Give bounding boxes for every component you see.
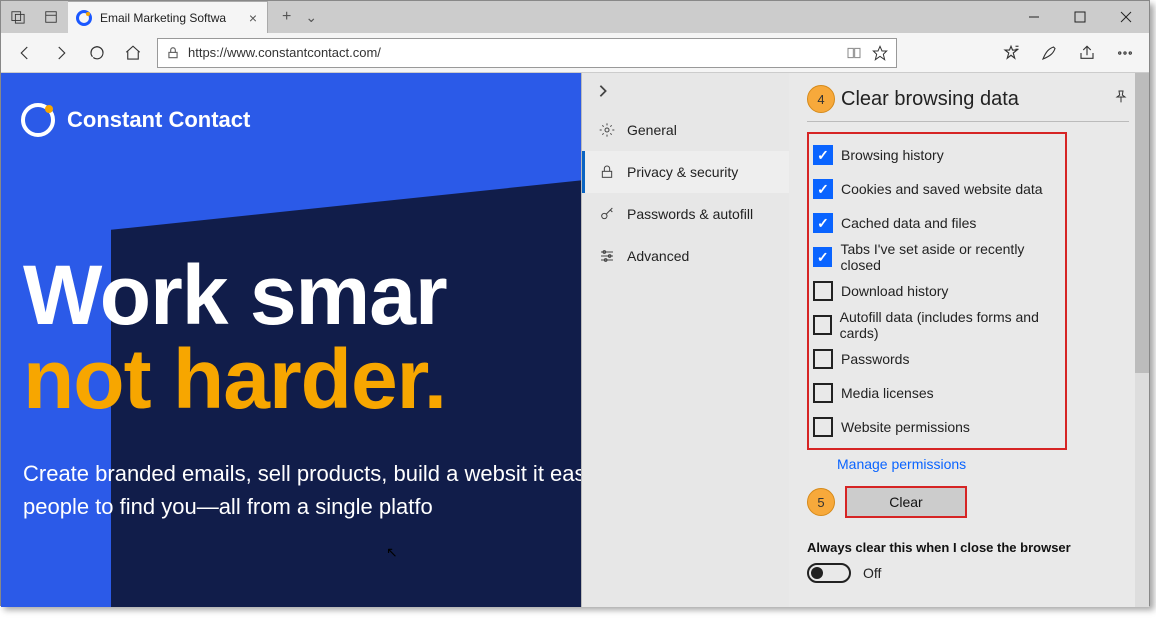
check-cached[interactable]: Cached data and files xyxy=(813,206,1061,240)
pin-icon[interactable] xyxy=(1113,89,1129,110)
manage-permissions-link[interactable]: Manage permissions xyxy=(807,450,1129,472)
address-text: https://www.constantcontact.com/ xyxy=(188,45,838,60)
sliders-icon xyxy=(599,248,615,264)
close-icon[interactable]: × xyxy=(249,10,257,26)
close-window-button[interactable] xyxy=(1103,1,1149,33)
refresh-button[interactable] xyxy=(81,37,113,69)
chevron-right-icon xyxy=(596,84,610,98)
brand-name: Constant Contact xyxy=(67,107,250,133)
checkbox[interactable] xyxy=(813,179,833,199)
always-clear-toggle[interactable] xyxy=(807,563,851,583)
settings-label: General xyxy=(627,122,677,138)
check-media-licenses[interactable]: Media licenses xyxy=(813,376,1061,410)
favorites-list-icon[interactable] xyxy=(995,37,1027,69)
checkbox[interactable] xyxy=(813,383,833,403)
titlebar: Email Marketing Softwa × + ⌄ xyxy=(1,1,1149,33)
home-button[interactable] xyxy=(117,37,149,69)
browser-tab[interactable]: Email Marketing Softwa × xyxy=(68,1,268,33)
toggle-state: Off xyxy=(863,565,881,581)
checkbox[interactable] xyxy=(813,281,833,301)
checkbox[interactable] xyxy=(813,247,832,267)
settings-label: Advanced xyxy=(627,248,689,264)
check-website-permissions[interactable]: Website permissions xyxy=(813,410,1061,444)
checkbox[interactable] xyxy=(813,315,832,335)
scrollbar[interactable] xyxy=(1135,73,1149,607)
always-clear-label: Always clear this when I close the brows… xyxy=(807,540,1129,555)
check-tabs-aside[interactable]: Tabs I've set aside or recently closed xyxy=(813,240,1061,274)
callout-4: 4 xyxy=(807,85,835,113)
notes-icon[interactable] xyxy=(1033,37,1065,69)
settings-label: Privacy & security xyxy=(627,164,738,180)
lock-icon xyxy=(166,46,180,60)
reading-view-icon[interactable] xyxy=(846,45,862,61)
forward-button[interactable] xyxy=(45,37,77,69)
checkbox-group-highlight: Browsing history Cookies and saved websi… xyxy=(807,132,1067,450)
back-button[interactable] xyxy=(9,37,41,69)
mouse-cursor-icon: ↖ xyxy=(386,544,398,561)
checkbox[interactable] xyxy=(813,349,833,369)
address-bar[interactable]: https://www.constantcontact.com/ xyxy=(157,38,897,68)
minimize-button[interactable] xyxy=(1011,1,1057,33)
cbd-title: Clear browsing data xyxy=(841,88,1019,111)
check-passwords[interactable]: Passwords xyxy=(813,342,1061,376)
titlebar-corner-buttons xyxy=(1,1,68,33)
brand: Constant Contact xyxy=(21,103,250,137)
check-browsing-history[interactable]: Browsing history xyxy=(813,138,1061,172)
content-area: Constant Contact Work smar not harder. C… xyxy=(1,73,1149,607)
settings-item-privacy[interactable]: Privacy & security xyxy=(582,151,789,193)
favorite-icon[interactable] xyxy=(872,45,888,61)
tab-favicon xyxy=(76,10,92,26)
tab-actions: + ⌄ xyxy=(268,1,317,33)
hero-sub: Create branded emails, sell products, bu… xyxy=(23,457,663,523)
checkbox[interactable] xyxy=(813,213,833,233)
toolbar: https://www.constantcontact.com/ xyxy=(1,33,1149,73)
scroll-thumb[interactable] xyxy=(1135,73,1149,373)
check-download-history[interactable]: Download history xyxy=(813,274,1061,308)
lock-icon xyxy=(599,164,615,180)
divider xyxy=(807,121,1129,122)
callout-5: 5 xyxy=(807,488,835,516)
settings-item-general[interactable]: General xyxy=(582,109,789,151)
tabs-preview-icon[interactable] xyxy=(44,10,58,24)
window-controls xyxy=(1011,1,1149,33)
settings-panel: General Privacy & security Passwords & a… xyxy=(581,73,789,607)
gear-icon xyxy=(599,122,615,138)
tab-title: Email Marketing Softwa xyxy=(100,11,241,25)
settings-back[interactable] xyxy=(582,73,789,109)
checkbox[interactable] xyxy=(813,145,833,165)
clear-browsing-data-panel: 4 Clear browsing data Browsing history C… xyxy=(789,73,1149,607)
maximize-button[interactable] xyxy=(1057,1,1103,33)
check-cookies[interactable]: Cookies and saved website data xyxy=(813,172,1061,206)
checkbox[interactable] xyxy=(813,417,833,437)
check-autofill[interactable]: Autofill data (includes forms and cards) xyxy=(813,308,1061,342)
tabs-aside-icon[interactable] xyxy=(11,10,25,24)
share-icon[interactable] xyxy=(1071,37,1103,69)
key-icon xyxy=(599,206,615,222)
settings-item-passwords[interactable]: Passwords & autofill xyxy=(582,193,789,235)
settings-item-advanced[interactable]: Advanced xyxy=(582,235,789,277)
clear-button[interactable]: Clear xyxy=(845,486,967,518)
new-tab-icon[interactable]: + xyxy=(282,8,291,26)
tab-overflow-icon[interactable]: ⌄ xyxy=(305,9,317,26)
more-icon[interactable] xyxy=(1109,37,1141,69)
settings-label: Passwords & autofill xyxy=(627,206,753,222)
brand-logo-icon xyxy=(21,103,55,137)
